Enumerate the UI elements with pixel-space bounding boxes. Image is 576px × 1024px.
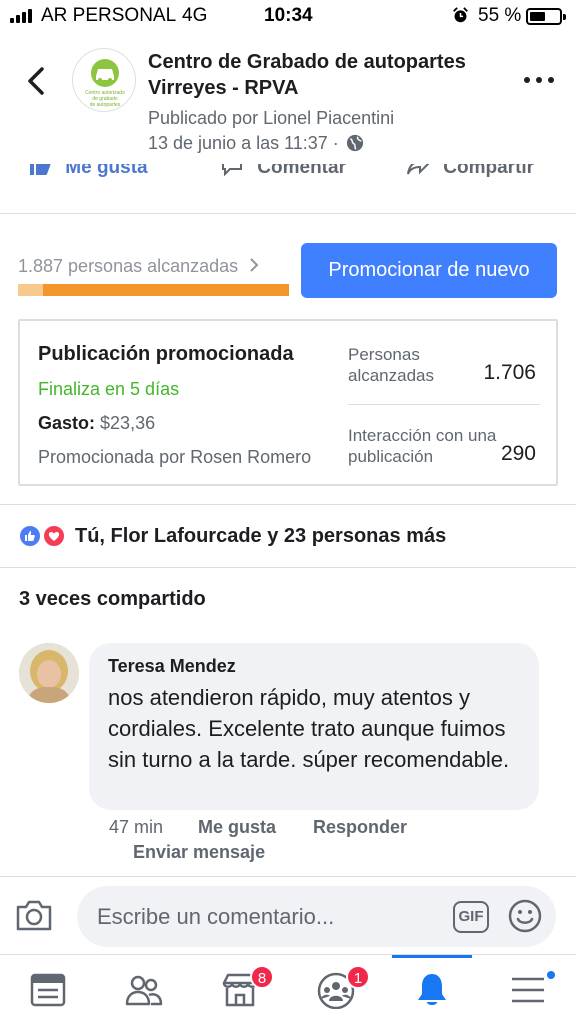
reach-link[interactable]: 1.887 personas alcanzadas [18,256,259,277]
status-bar: AR PERSONAL 4G 10:34 55 % [0,0,576,34]
tab-groups[interactable] [96,955,192,1024]
promotion-ends: Finaliza en 5 días [38,379,180,399]
promotion-title: Publicación promocionada [38,343,294,365]
clock: 10:34 [264,5,313,26]
promotion-spend: Gasto: $23,36 [38,413,155,434]
thumbs-up-icon [30,164,51,175]
spend-value: $23,36 [100,413,156,433]
tab-notifications[interactable] [384,955,480,1024]
comment-like-button[interactable]: Me gusta [198,817,276,838]
menu-notification-dot [545,969,557,981]
gif-button[interactable]: GIF [453,901,489,933]
promoted-by: Promocionada por Rosen Romero [38,447,312,467]
tab-marketplace[interactable]: 8 [192,955,288,1024]
post-date: 13 de junio a las 11:37 · [148,133,364,154]
tab-menu[interactable] [480,955,576,1024]
carrier-name: AR PERSONAL [41,5,177,26]
menu-icon [512,977,544,1003]
comment-text: nos atendieron rápido, muy atentos y cor… [108,685,510,772]
reactions-row[interactable]: Tú, Flor Lafourcade y 23 personas más [0,504,576,568]
bell-icon [418,974,446,1005]
stat-engagement-label: Interacción con una publicación [348,426,497,466]
comment-bubble[interactable]: Teresa Mendez nos atendieron rápido, muy… [89,643,539,810]
post-actions-bar: Me gusta Comentar Compartir [0,164,576,214]
post-header: Centro autorizado de grabado de autopart… [0,34,576,164]
more-options-icon[interactable] [524,72,554,88]
love-reaction-icon [42,524,66,548]
page-logo: Centro autorizado de grabado de autopart… [85,59,125,108]
shares-count[interactable]: 3 veces compartido [19,588,206,611]
page-avatar[interactable]: Centro autorizado de grabado de autopart… [72,48,136,112]
tab-news-feed[interactable] [0,955,96,1024]
news-feed-icon [30,973,66,1007]
commenter-photo [19,643,79,703]
comment-action-label: Comentar [257,164,346,178]
reactions-summary: Tú, Flor Lafourcade y 23 personas más [75,525,447,547]
back-arrow-icon[interactable] [22,64,52,98]
posted-by: Publicado por Lionel Piacentini [148,108,395,128]
reach-bar-organic [18,284,43,296]
share-action[interactable]: Compartir [406,164,534,179]
like-reaction-icon [18,524,42,548]
comment-author[interactable]: Teresa Mendez [108,656,236,677]
spend-label: Gasto: [38,413,96,433]
page-name[interactable]: Centro de Grabado de autopartes Virreyes… [148,49,518,101]
promote-again-button[interactable]: Promocionar de nuevo [301,243,557,298]
groups-badge: 1 [346,965,370,989]
comment-reply-button[interactable]: Responder [313,817,407,838]
like-action-label: Me gusta [65,164,148,178]
stat-divider [348,404,540,405]
reach-text: 1.887 personas alcanzadas [18,256,239,276]
share-icon [407,164,430,175]
network-type: 4G [182,5,208,26]
post-date-text: 13 de junio a las 11:37 · [148,133,339,153]
groups-icon [125,975,163,1006]
battery-percent: 55 % [478,5,522,26]
comment-time: 47 min [109,817,164,837]
comment-action[interactable]: Comentar [220,164,346,179]
comment-composer: GIF [0,876,576,954]
comment-icon [222,164,242,176]
emoji-icon[interactable] [508,899,542,933]
stat-reach-label: Personas alcanzadas [348,345,435,385]
reach-bar-paid [43,284,289,296]
share-action-label: Compartir [443,164,535,178]
send-message-button[interactable]: Enviar mensaje [133,842,265,863]
signal-icon [10,9,36,23]
promotion-card[interactable]: Publicación promocionada Finaliza en 5 d… [18,319,558,486]
globe-icon [346,134,363,152]
tab-groups-feed[interactable]: 1 [288,955,384,1024]
stat-engagement-value: 290 [500,442,536,465]
camera-icon[interactable] [15,898,53,932]
battery-icon [526,8,566,25]
logo-line-3: de autopartes [90,102,121,108]
commenter-avatar[interactable] [19,643,79,703]
like-action[interactable]: Me gusta [28,164,148,179]
bottom-tab-bar: 8 1 [0,954,576,1024]
alarm-icon [453,7,468,23]
chevron-right-icon [250,258,259,272]
marketplace-badge: 8 [250,965,274,989]
stat-reach-value: 1.706 [483,361,536,384]
reach-progress-bar [18,284,289,296]
